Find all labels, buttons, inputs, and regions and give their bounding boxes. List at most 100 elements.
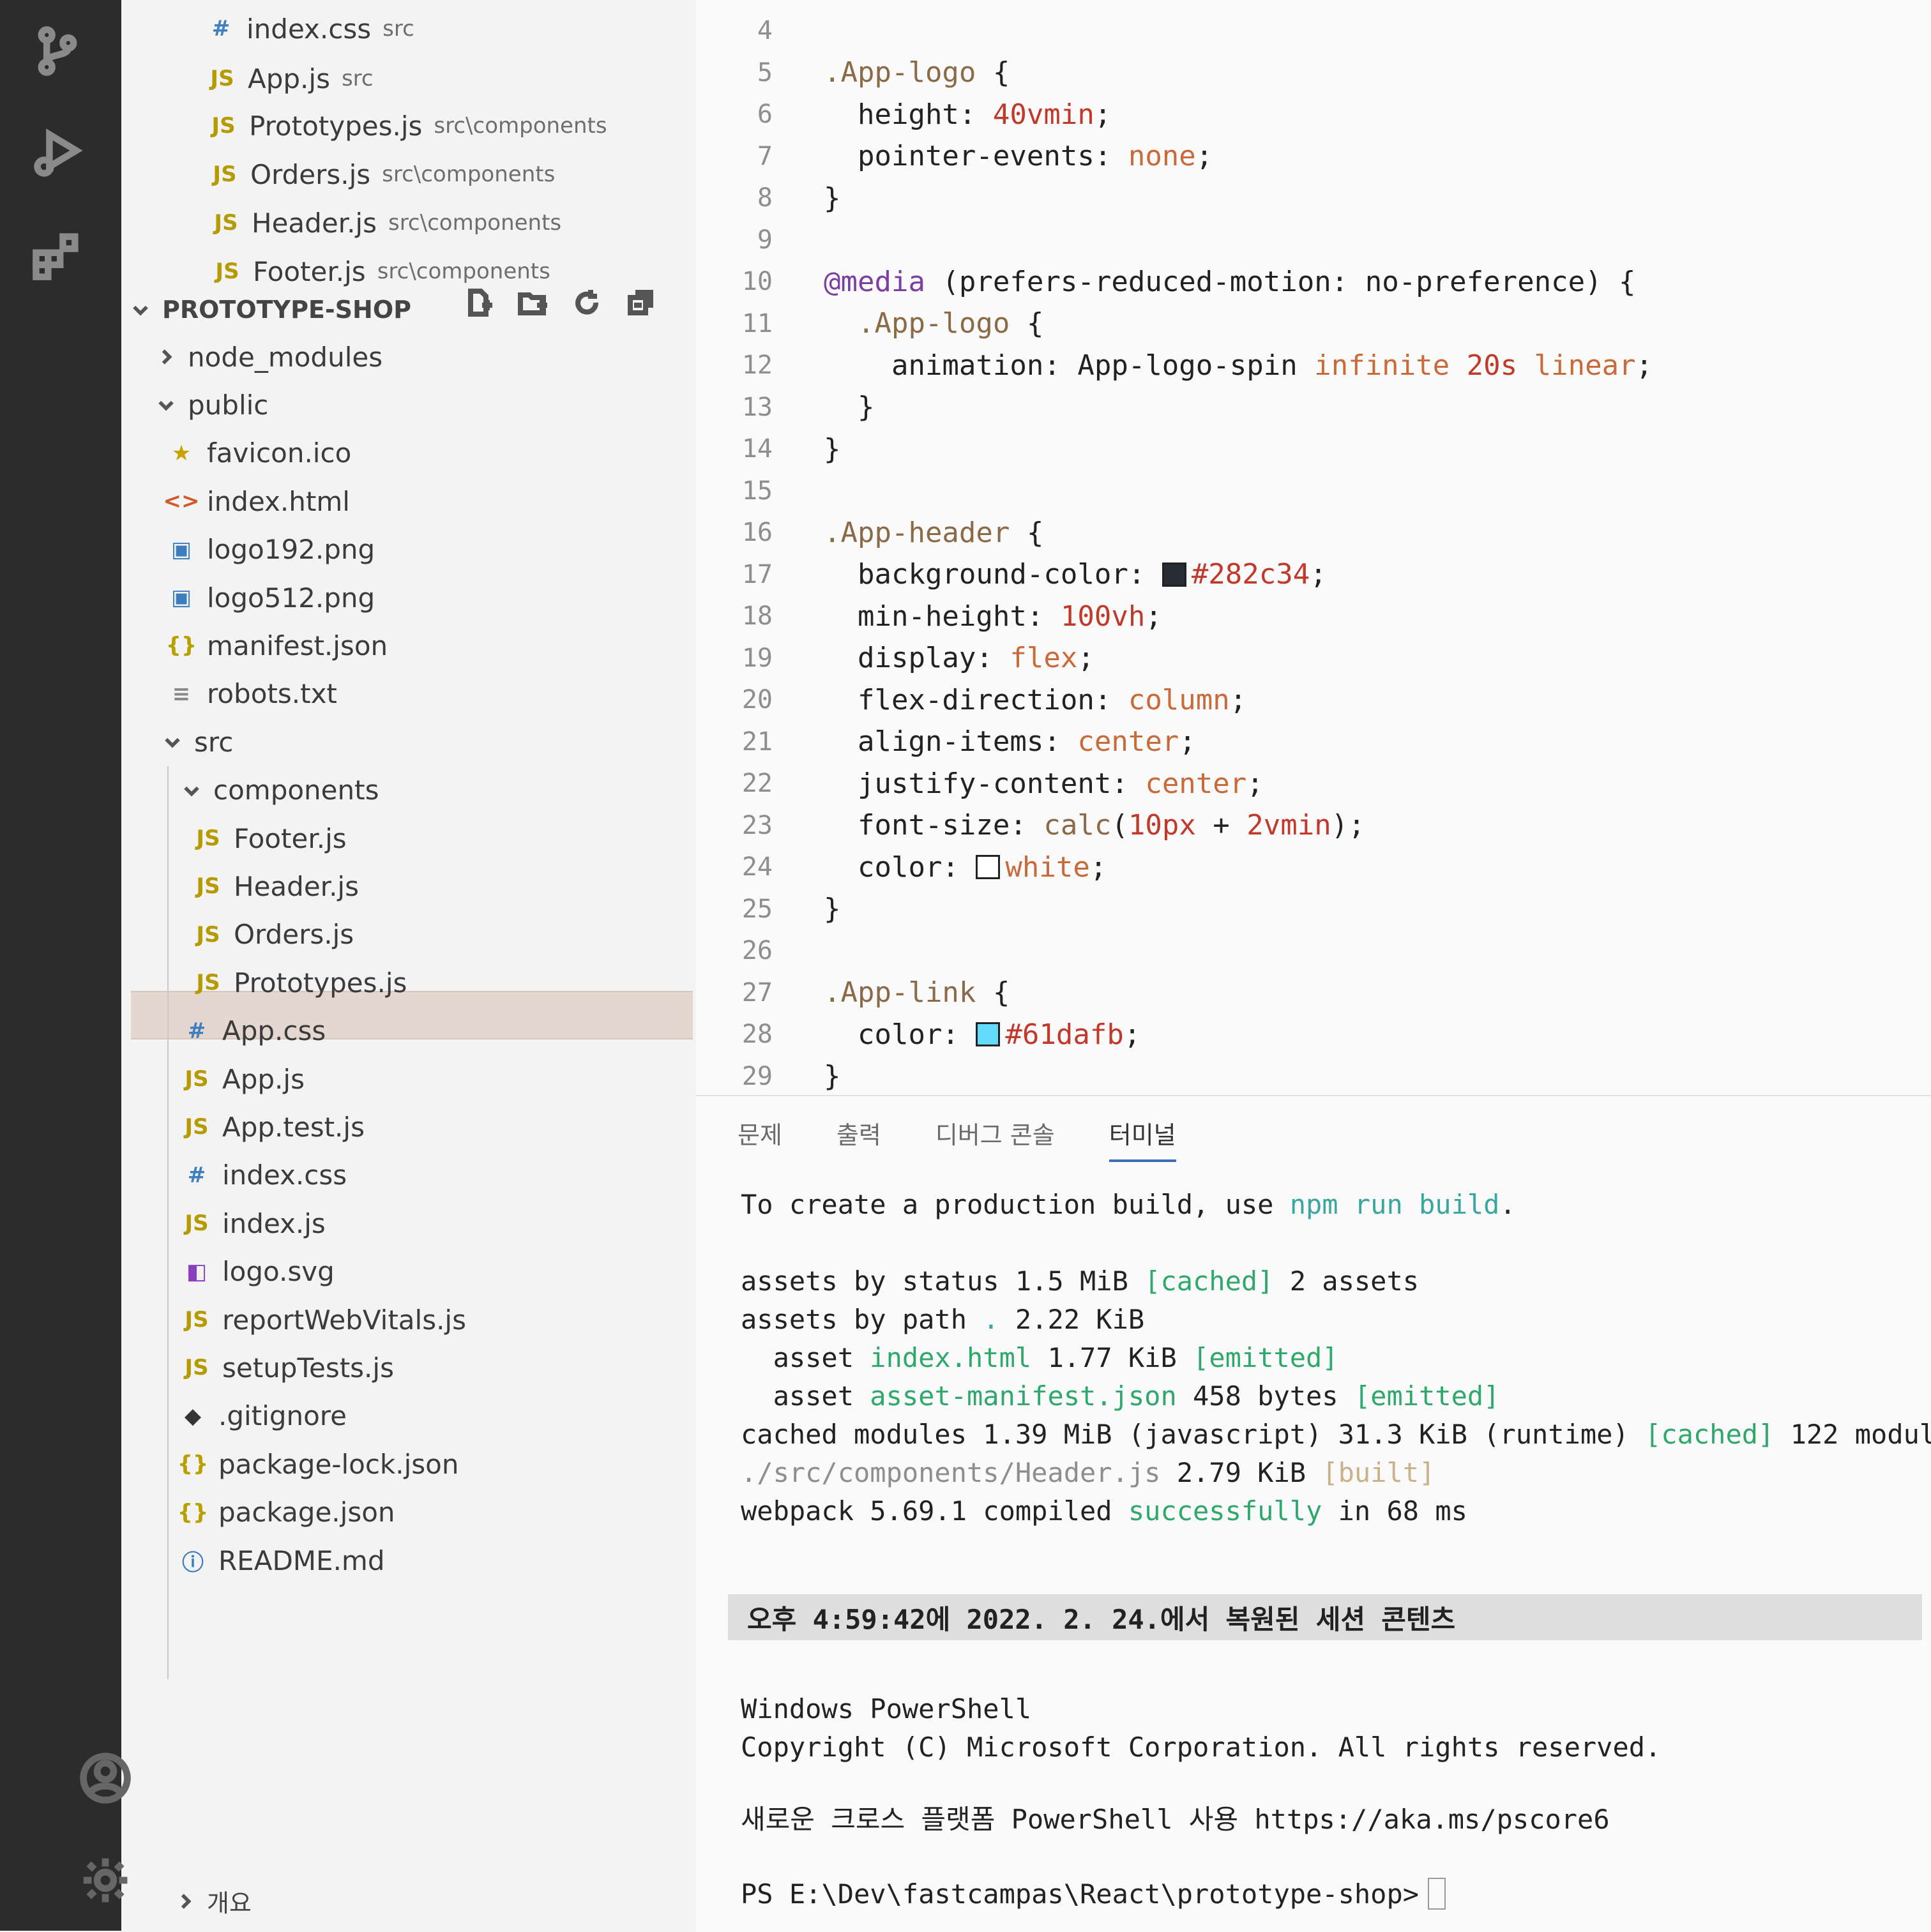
code-line: 5 .App-logo { bbox=[696, 52, 1931, 93]
image-file-icon: ▣ bbox=[170, 536, 192, 562]
open-editor-item[interactable]: JS Footer.js src\components bbox=[211, 249, 550, 294]
code-token: + bbox=[1195, 809, 1247, 841]
code-token: white bbox=[1005, 850, 1090, 884]
chevron-down-icon bbox=[179, 781, 204, 799]
extensions-icon[interactable] bbox=[26, 223, 89, 287]
json-file-icon: {} bbox=[165, 633, 197, 659]
file-item[interactable]: JS Header.js bbox=[192, 864, 359, 909]
code-line: 27 .App-link { bbox=[696, 972, 1931, 1013]
file-item[interactable]: ◧ logo.svg bbox=[180, 1249, 335, 1294]
file-item[interactable]: {} manifest.json bbox=[165, 623, 388, 668]
file-item[interactable]: JS index.js bbox=[180, 1201, 325, 1246]
file-item[interactable]: JS Orders.js bbox=[192, 912, 354, 957]
terminal-line: cached modules 1.39 MiB (javascript) 31.… bbox=[741, 1415, 1931, 1453]
terminal-line: asset asset-manifest.json 458 bytes [emi… bbox=[741, 1377, 1500, 1414]
code-line: 28 color: #61dafb; bbox=[696, 1014, 1931, 1055]
code-token: ; bbox=[1229, 683, 1247, 716]
code-line: 21 align-items: center; bbox=[696, 721, 1931, 762]
terminal-prompt[interactable]: PS E:\Dev\fastcampas\React\prototype-sho… bbox=[741, 1875, 1446, 1912]
code-token: { bbox=[976, 56, 1010, 89]
run-debug-icon[interactable] bbox=[26, 121, 89, 185]
account-icon[interactable] bbox=[73, 1746, 137, 1810]
pscore-message: 새로운 크로스 플랫폼 PowerShell 사용 https://aka.ms… bbox=[741, 1803, 1610, 1835]
file-item[interactable]: {} package-lock.json bbox=[176, 1442, 459, 1486]
line-number: 26 bbox=[741, 936, 773, 965]
file-item[interactable]: ★ favicon.ico bbox=[165, 431, 352, 476]
open-editor-item[interactable]: JS App.js src bbox=[206, 56, 374, 101]
code-token: infinite bbox=[1314, 349, 1450, 382]
file-item[interactable]: # index.css bbox=[180, 1153, 347, 1198]
panel-tab[interactable]: 문제 bbox=[738, 1115, 782, 1162]
panel-tab[interactable]: 터미널 bbox=[1109, 1115, 1176, 1162]
file-item[interactable]: JS App.js bbox=[180, 1057, 305, 1101]
line-number: 20 bbox=[741, 685, 773, 714]
panel-tab[interactable]: 출력 bbox=[837, 1115, 881, 1162]
folder-item-public[interactable]: public bbox=[153, 382, 268, 427]
open-editor-path: src bbox=[341, 66, 374, 91]
file-name: App.js bbox=[222, 1063, 305, 1095]
refresh-icon[interactable] bbox=[570, 286, 603, 319]
color-swatch[interactable] bbox=[1162, 562, 1186, 587]
line-number: 9 bbox=[757, 225, 773, 255]
color-swatch[interactable] bbox=[976, 1022, 1001, 1046]
terminal-line: assets by path . 2.22 KiB bbox=[741, 1301, 1144, 1338]
code-line: 11 .App-logo { bbox=[696, 303, 1931, 344]
folder-item-components[interactable]: components bbox=[179, 768, 379, 813]
open-editor-item[interactable]: JS Header.js src\components bbox=[209, 200, 561, 245]
terminal-token: successfully bbox=[1128, 1495, 1322, 1527]
file-item[interactable]: JS setupTests.js bbox=[180, 1345, 394, 1390]
code-token: .App-header bbox=[824, 516, 1010, 549]
terminal-token: asset-manifest.json bbox=[870, 1380, 1177, 1412]
file-name: setupTests.js bbox=[222, 1352, 394, 1384]
js-file-icon: JS bbox=[185, 1211, 209, 1237]
code-token: ); bbox=[1331, 809, 1365, 841]
file-item[interactable]: ◆ .gitignore bbox=[176, 1394, 347, 1438]
source-control-icon[interactable] bbox=[26, 19, 89, 83]
code-token: ; bbox=[1195, 140, 1213, 172]
file-item[interactable]: JS Prototypes.js bbox=[192, 960, 407, 1005]
code-token: { bbox=[1010, 516, 1044, 549]
file-name: logo512.png bbox=[207, 582, 375, 614]
code-token: ( bbox=[1111, 809, 1128, 841]
file-item[interactable]: {} package.json bbox=[176, 1490, 395, 1535]
line-number: 14 bbox=[741, 434, 773, 464]
file-item[interactable]: ⓘ README.md bbox=[176, 1538, 385, 1583]
code-token: align-items: bbox=[824, 725, 1078, 758]
file-item[interactable]: JS reportWebVitals.js bbox=[180, 1297, 466, 1342]
code-token: center bbox=[1145, 767, 1247, 800]
code-editor[interactable]: 4 5 .App-logo {6 height: 40vmin; 7 pointer-… bbox=[696, 0, 1931, 1095]
outline-section[interactable]: 개요 bbox=[172, 1883, 252, 1919]
file-item[interactable]: JS Footer.js bbox=[192, 816, 346, 861]
file-item[interactable]: <> index.html bbox=[163, 479, 350, 524]
file-item[interactable]: ≡ robots.txt bbox=[165, 672, 337, 716]
open-editor-item[interactable]: JS Orders.js src\components bbox=[208, 152, 555, 197]
code-token: 40vmin bbox=[992, 98, 1094, 131]
file-item[interactable]: JS App.test.js bbox=[180, 1105, 365, 1149]
collapse-all-icon[interactable] bbox=[624, 286, 657, 319]
open-editor-item[interactable]: # index.css src bbox=[204, 6, 414, 51]
file-name: index.html bbox=[207, 485, 350, 517]
js-file-icon: JS bbox=[211, 113, 236, 139]
folder-item-node_modules[interactable]: node_modules bbox=[153, 335, 382, 379]
color-swatch[interactable] bbox=[976, 855, 1001, 879]
settings-gear-icon[interactable] bbox=[73, 1848, 137, 1912]
code-line: 22 justify-content: center; bbox=[696, 763, 1931, 804]
terminal-token: . bbox=[983, 1303, 999, 1335]
file-item[interactable]: ▣ logo512.png bbox=[165, 575, 375, 620]
open-editor-item[interactable]: JS Prototypes.js src\components bbox=[207, 103, 607, 148]
svg-file-icon: ◧ bbox=[186, 1258, 208, 1285]
line-number: 16 bbox=[741, 518, 773, 547]
file-name: Header.js bbox=[234, 870, 359, 902]
folder-item-src[interactable]: src bbox=[160, 720, 233, 764]
file-item[interactable]: # App.css bbox=[180, 1009, 326, 1053]
code-token: { bbox=[976, 976, 1010, 1009]
panel-tab[interactable]: 디버그 콘솔 bbox=[935, 1115, 1055, 1162]
file-item[interactable]: ▣ logo192.png bbox=[165, 527, 375, 572]
explorer-root-header[interactable]: PROTOTYPE-SHOP bbox=[128, 287, 411, 332]
js-file-icon: JS bbox=[185, 1307, 209, 1332]
chevron-down-icon bbox=[128, 301, 153, 319]
js-file-icon: JS bbox=[196, 873, 220, 900]
code-line: 8} bbox=[696, 177, 1931, 218]
terminal-line: ./src/components/Header.js 2.79 KiB [bui… bbox=[741, 1454, 1435, 1491]
